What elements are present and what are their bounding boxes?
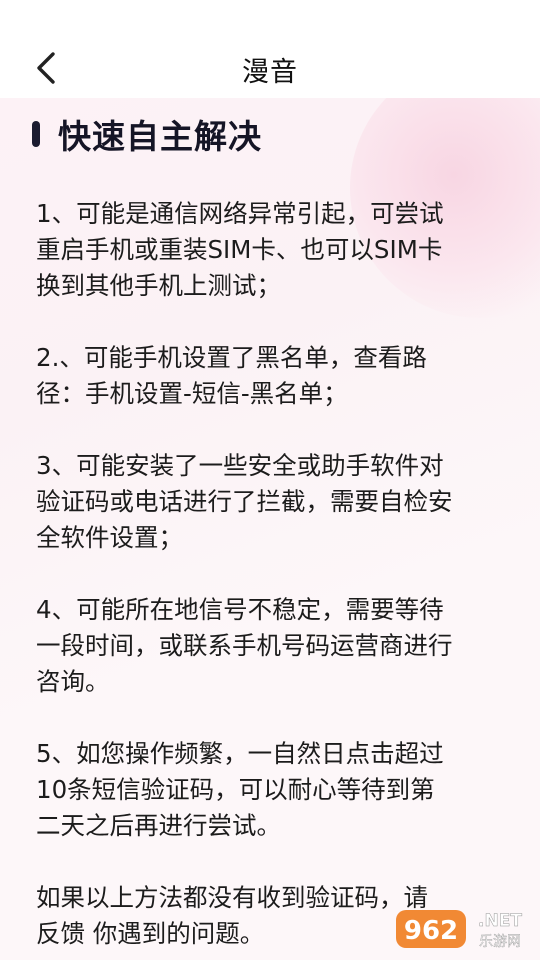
section-title: 快速自主解决 [58, 117, 262, 156]
section-marker [32, 121, 40, 147]
tip-paragraph: 1、可能是通信网络异常引起，可尝试 重启手机或重装SIM卡、也可以SIM卡 换到… [36, 199, 444, 300]
app-header: 漫音 [0, 0, 540, 98]
watermark-icon: 962 .NET 乐游网 [396, 910, 523, 950]
section-header: 快速自主解决 [32, 114, 262, 156]
watermark-logo: 962 .NET 乐游网 [394, 902, 534, 956]
page-title: 漫音 [242, 57, 298, 88]
tip-paragraph: 2.、可能手机设置了黑名单，查看路 径：手机设置-短信-黑名单； [36, 343, 427, 408]
svg-text:.NET: .NET [478, 911, 522, 931]
tip-paragraph: 4、可能所在地信号不稳定，需要等待 一段时间，或联系手机号码运营商进行 咨询。 [36, 595, 453, 696]
help-content: 快速自主解决 1、可能是通信网络异常引起，可尝试 重启手机或重装SIM卡、也可以… [0, 98, 540, 960]
svg-text:乐游网: 乐游网 [479, 934, 521, 950]
tip-paragraph: 3、可能安装了一些安全或助手软件对 验证码或电话进行了拦截，需要自检安 全软件设… [36, 451, 453, 552]
tips-list: 1、可能是通信网络异常引起，可尝试 重启手机或重装SIM卡、也可以SIM卡 换到… [36, 196, 516, 960]
svg-text:962: 962 [404, 916, 458, 946]
tip-paragraph: 5、如您操作频繁，一自然日点击超过 10条短信验证码，可以耐心等待到第 二天之后… [36, 739, 444, 840]
